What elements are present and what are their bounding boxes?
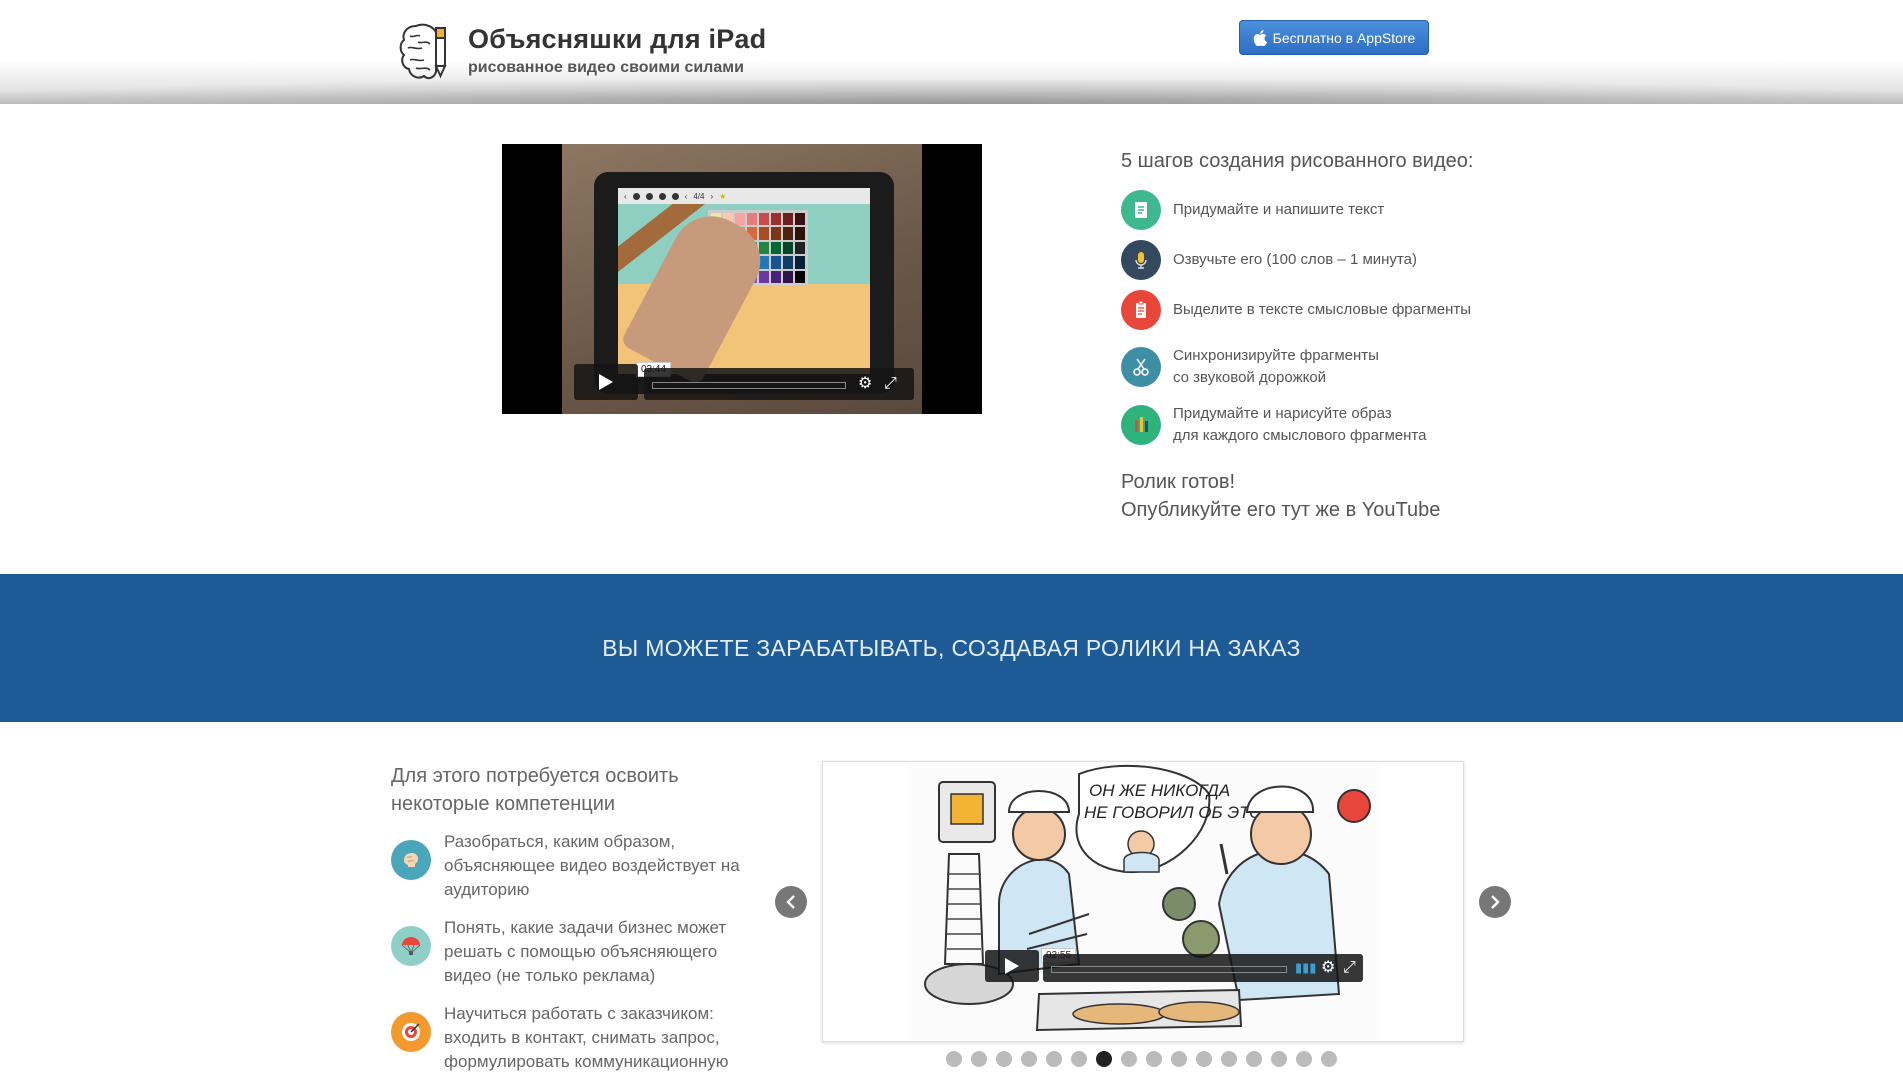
chevron-left-icon xyxy=(786,895,795,909)
carousel-dot[interactable] xyxy=(1171,1051,1187,1067)
ready-line-1: Ролик готов! xyxy=(1121,471,1236,493)
appstore-button[interactable]: Бесплатно в AppStore xyxy=(1239,20,1429,55)
video-progress-bar[interactable]: ⚙ ⤢ xyxy=(644,368,914,400)
carousel-play-button[interactable] xyxy=(985,950,1039,982)
document-icon xyxy=(1121,190,1161,230)
apple-icon xyxy=(1253,29,1267,46)
skill-item-2: Понять, какие задачи бизнес может решать… xyxy=(391,916,754,988)
brain-pencil-logo-icon[interactable] xyxy=(398,20,448,84)
carousel-dot[interactable] xyxy=(1221,1051,1237,1067)
carousel-dot[interactable] xyxy=(996,1051,1012,1067)
fullscreen-icon[interactable]: ⤢ xyxy=(1343,960,1356,976)
microphone-icon xyxy=(1121,240,1161,280)
chefs-illustration: ОН ЖЕ НИКОГДА НЕ ГОВОРИЛ ОБ ЭТОМ xyxy=(909,764,1379,1040)
settings-gear-icon[interactable]: ⚙ xyxy=(858,376,872,392)
step-text: Озвучьте его (100 слов – 1 минута) xyxy=(1173,251,1417,268)
volume-icon[interactable]: ▮▮▮ xyxy=(1295,960,1316,976)
step-text: Придумайте и нарисуйте образ xyxy=(1173,405,1392,422)
step-text: Придумайте и напишите текст xyxy=(1173,201,1385,218)
carousel-dot[interactable] xyxy=(1121,1051,1137,1067)
play-button[interactable] xyxy=(574,364,638,400)
carousel-dot[interactable] xyxy=(1296,1051,1312,1067)
step-item-5: Придумайте и нарисуйте образ для каждого … xyxy=(1121,403,1533,447)
carousel-dot[interactable] xyxy=(1246,1051,1262,1067)
carousel-video-progress-bar[interactable]: ▮▮▮ ⚙ ⤢ xyxy=(1043,954,1363,982)
step-text-line2: со звуковой дорожкой xyxy=(1173,369,1327,386)
site-header: Объясняшки для iPad рисованное видео сво… xyxy=(0,0,1903,104)
banner-text: ВЫ МОЖЕТЕ ЗАРАБАТЫВАТЬ, СОЗДАВАЯ РОЛИКИ … xyxy=(602,634,1301,661)
chevron-right-icon xyxy=(1491,895,1500,909)
carousel-dot[interactable] xyxy=(1196,1051,1212,1067)
carousel-dot[interactable] xyxy=(1071,1051,1087,1067)
carousel-slide-video[interactable]: ОН ЖЕ НИКОГДА НЕ ГОВОРИЛ ОБ ЭТОМ 02:55 ▮… xyxy=(909,764,1379,1040)
steps-title: 5 шагов создания рисованного видео: xyxy=(1121,150,1474,172)
tutorial-video[interactable]: ‹‹ 4/4 ›★ 03:44 ⚙ ⤢ xyxy=(502,144,982,414)
play-icon xyxy=(599,374,613,390)
step-text: Синхронизируйте фрагменты xyxy=(1173,347,1379,364)
carousel-dot[interactable] xyxy=(1096,1051,1112,1067)
clipboard-icon xyxy=(1121,290,1161,330)
step-text: Выделите в тексте смысловые фрагменты xyxy=(1173,301,1472,318)
carousel-progress-track[interactable] xyxy=(1051,966,1287,973)
speech-bubble-text: ОН ЖЕ НИКОГДА xyxy=(1089,781,1230,800)
app-toolbar: ‹ ‹ 4/4 › ★ xyxy=(618,188,870,204)
skills-title: Для этого потребуется освоить некоторые … xyxy=(391,765,679,815)
skill-text: Научиться работать с заказчиком: входить… xyxy=(444,1004,729,1071)
step-item-3: Выделите в тексте смысловые фрагменты xyxy=(1121,290,1533,330)
scissors-icon xyxy=(1121,347,1161,387)
app-page-counter: 4/4 xyxy=(693,191,705,201)
ready-message: Ролик готов! Опубликуйте его тут же в Yo… xyxy=(1121,468,1440,524)
header-shadow xyxy=(0,80,1903,104)
skill-text: Разобраться, каким образом, объясняющее … xyxy=(444,832,740,899)
skill-item-3: Научиться работать с заказчиком: входить… xyxy=(391,1002,754,1074)
brand-title[interactable]: Объясняшки для iPad xyxy=(468,24,766,55)
ready-line-2: Опубликуйте его тут же в YouTube xyxy=(1121,499,1441,521)
step-item-2: Озвучьте его (100 слов – 1 минута) xyxy=(1121,240,1533,280)
carousel-dot[interactable] xyxy=(971,1051,987,1067)
carousel-dot[interactable] xyxy=(1021,1051,1037,1067)
play-icon xyxy=(1005,958,1019,974)
parachute-icon xyxy=(391,926,431,966)
appstore-button-label: Бесплатно в AppStore xyxy=(1272,29,1416,46)
progress-track[interactable] xyxy=(652,382,846,389)
carousel-dot[interactable] xyxy=(1321,1051,1337,1067)
carousel-pagination xyxy=(946,1051,1337,1067)
pencils-icon xyxy=(1121,405,1161,445)
skill-item-1: Разобраться, каким образом, объясняющее … xyxy=(391,830,754,902)
settings-gear-icon[interactable]: ⚙ xyxy=(1321,960,1335,976)
earn-banner: ВЫ МОЖЕТЕ ЗАРАБАТЫВАТЬ, СОЗДАВАЯ РОЛИКИ … xyxy=(0,574,1903,722)
target-icon xyxy=(391,1012,431,1052)
skill-text: Понять, какие задачи бизнес может решать… xyxy=(444,918,727,985)
step-text-line2: для каждого смыслового фрагмента xyxy=(1173,427,1427,444)
step-item-4: Синхронизируйте фрагменты со звуковой дор… xyxy=(1121,345,1533,389)
carousel-dot[interactable] xyxy=(946,1051,962,1067)
carousel-dot[interactable] xyxy=(1146,1051,1162,1067)
brand-subtitle: рисованное видео своими силами xyxy=(468,59,744,76)
carousel-next-button[interactable] xyxy=(1479,886,1511,918)
carousel-dot[interactable] xyxy=(1046,1051,1062,1067)
fullscreen-icon[interactable]: ⤢ xyxy=(884,376,897,392)
video-player-controls: ⚙ ⤢ xyxy=(574,364,914,400)
brain-icon xyxy=(391,840,431,880)
carousel-prev-button[interactable] xyxy=(775,886,807,918)
video-carousel: ОН ЖЕ НИКОГДА НЕ ГОВОРИЛ ОБ ЭТОМ 02:55 ▮… xyxy=(822,761,1464,1042)
step-item-1: Придумайте и напишите текст xyxy=(1121,190,1533,230)
carousel-dot[interactable] xyxy=(1271,1051,1287,1067)
